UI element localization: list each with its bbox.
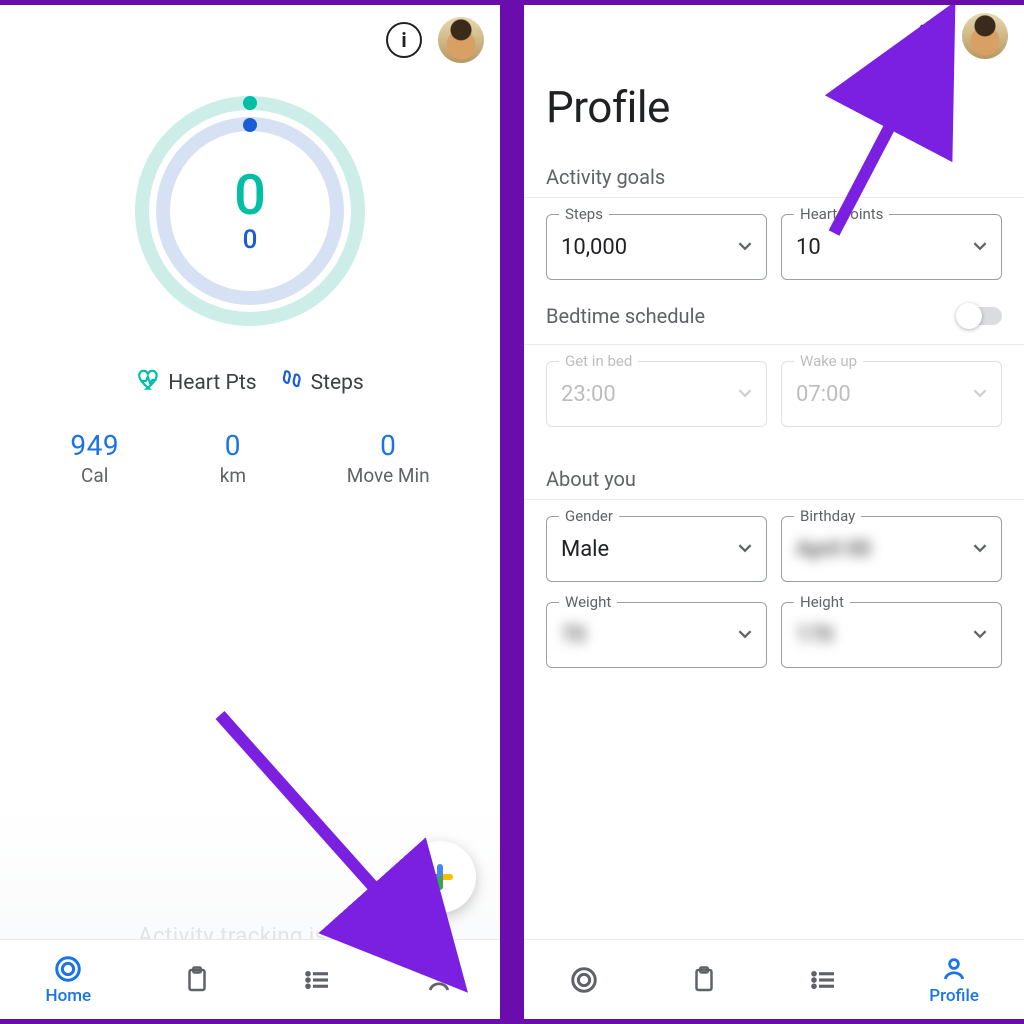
chevron-down-icon: [973, 626, 987, 645]
gear-icon[interactable]: [916, 21, 946, 51]
birthday-value: April 00: [796, 537, 973, 562]
heart-points-field[interactable]: Heart Points 10: [781, 214, 1002, 280]
ring-legend: Heart Pts Steps: [0, 367, 500, 399]
info-icon[interactable]: i: [386, 22, 422, 58]
nav-profile-label: Profile: [929, 986, 979, 1006]
stat-cal-label: Cal: [70, 464, 119, 487]
heart-icon: [136, 367, 162, 399]
steps-legend: Steps: [559, 205, 609, 223]
get-in-bed-field: Get in bed 23:00: [546, 361, 767, 427]
stat-move[interactable]: 0 Move Min: [347, 429, 430, 487]
height-value: 170: [796, 623, 973, 648]
profile-topbar: [524, 5, 1024, 67]
birthday-field[interactable]: Birthday April 00: [781, 516, 1002, 582]
stats-row: 949 Cal 0 km 0 Move Min: [0, 429, 500, 487]
legend-heart-label: Heart Pts: [168, 371, 256, 395]
chevron-down-icon: [738, 540, 752, 559]
chevron-down-icon: [973, 385, 987, 404]
bedtime-fields: Get in bed 23:00 Wake up 07:00: [524, 345, 1024, 435]
wake-up-field: Wake up 07:00: [781, 361, 1002, 427]
nav-home[interactable]: Home: [46, 954, 92, 1006]
avatar[interactable]: [438, 17, 484, 63]
legend-steps-label: Steps: [311, 371, 364, 395]
wake-up-value: 07:00: [796, 382, 973, 407]
bottom-nav: Home: [0, 939, 500, 1019]
stat-cal-value: 949: [70, 429, 119, 462]
about-you-label: About you: [524, 455, 1024, 499]
bedtime-label: Bedtime schedule: [546, 304, 705, 328]
legend-steps: Steps: [279, 367, 364, 399]
clipboard-icon: [182, 965, 212, 995]
gender-value: Male: [561, 537, 738, 562]
weight-field[interactable]: Weight 70: [546, 602, 767, 668]
list-icon: [809, 965, 839, 995]
avatar[interactable]: [962, 13, 1008, 59]
nav-journal[interactable]: [182, 965, 212, 995]
heart-points-value: 10: [796, 235, 973, 260]
chevron-down-icon: [738, 626, 752, 645]
page-title: Profile: [524, 67, 1024, 153]
home-screen: i 0 0 Heart Pts: [0, 0, 505, 1024]
height-legend: Height: [794, 593, 850, 611]
stat-cal[interactable]: 949 Cal: [70, 429, 119, 487]
bedtime-toggle[interactable]: [958, 307, 1002, 325]
activity-goals-fields: Steps 10,000 Heart Points 10: [524, 198, 1024, 288]
nav-browse[interactable]: [303, 965, 333, 995]
chevron-down-icon: [973, 540, 987, 559]
bedtime-schedule-row: Bedtime schedule: [524, 288, 1024, 344]
nav-profile[interactable]: Profile: [929, 954, 979, 1006]
wake-up-legend: Wake up: [794, 352, 863, 370]
legend-heart-pts: Heart Pts: [136, 367, 256, 399]
gender-field[interactable]: Gender Male: [546, 516, 767, 582]
chevron-down-icon: [738, 385, 752, 404]
profile-icon: [424, 965, 454, 995]
activity-goals-label: Activity goals: [524, 153, 1024, 197]
get-in-bed-value: 23:00: [561, 382, 738, 407]
clipboard-icon: [689, 965, 719, 995]
activity-rings[interactable]: 0 0: [0, 81, 500, 341]
profile-icon: [939, 954, 969, 984]
chevron-down-icon: [973, 238, 987, 257]
heart-points-legend: Heart Points: [794, 205, 889, 223]
plus-icon: [427, 864, 453, 890]
stat-km-label: km: [220, 464, 246, 487]
bottom-nav: Profile: [524, 939, 1024, 1019]
steps-value: 10,000: [561, 235, 738, 260]
footsteps-icon: [279, 367, 305, 399]
nav-profile[interactable]: [424, 965, 454, 995]
stat-km[interactable]: 0 km: [220, 429, 246, 487]
weight-value: 70: [561, 623, 738, 648]
steps-field[interactable]: Steps 10,000: [546, 214, 767, 280]
heart-points-value: 0: [234, 167, 266, 223]
stat-move-label: Move Min: [347, 464, 430, 487]
stat-km-value: 0: [220, 429, 246, 462]
nav-home-label: Home: [46, 986, 92, 1006]
height-field[interactable]: Height 170: [781, 602, 1002, 668]
about-you-row2: Weight 70 Height 170: [524, 590, 1024, 676]
home-ring-icon: [53, 954, 83, 984]
home-topbar: i: [0, 5, 500, 75]
chevron-down-icon: [738, 238, 752, 257]
nav-journal[interactable]: [689, 965, 719, 995]
nav-browse[interactable]: [809, 965, 839, 995]
get-in-bed-legend: Get in bed: [559, 352, 638, 370]
nav-home[interactable]: [569, 965, 599, 995]
birthday-legend: Birthday: [794, 507, 861, 525]
ring-center-values: 0 0: [234, 167, 266, 255]
add-activity-fab[interactable]: [404, 841, 476, 913]
home-ring-icon: [569, 965, 599, 995]
steps-marker: [243, 118, 257, 132]
steps-value: 0: [234, 225, 266, 255]
gender-legend: Gender: [559, 507, 619, 525]
stat-move-value: 0: [347, 429, 430, 462]
heart-points-marker: [243, 96, 257, 110]
profile-screen: Profile Activity goals Steps 10,000 Hear…: [519, 0, 1024, 1024]
list-icon: [303, 965, 333, 995]
about-you-row1: Gender Male Birthday April 00: [524, 500, 1024, 590]
weight-legend: Weight: [559, 593, 617, 611]
